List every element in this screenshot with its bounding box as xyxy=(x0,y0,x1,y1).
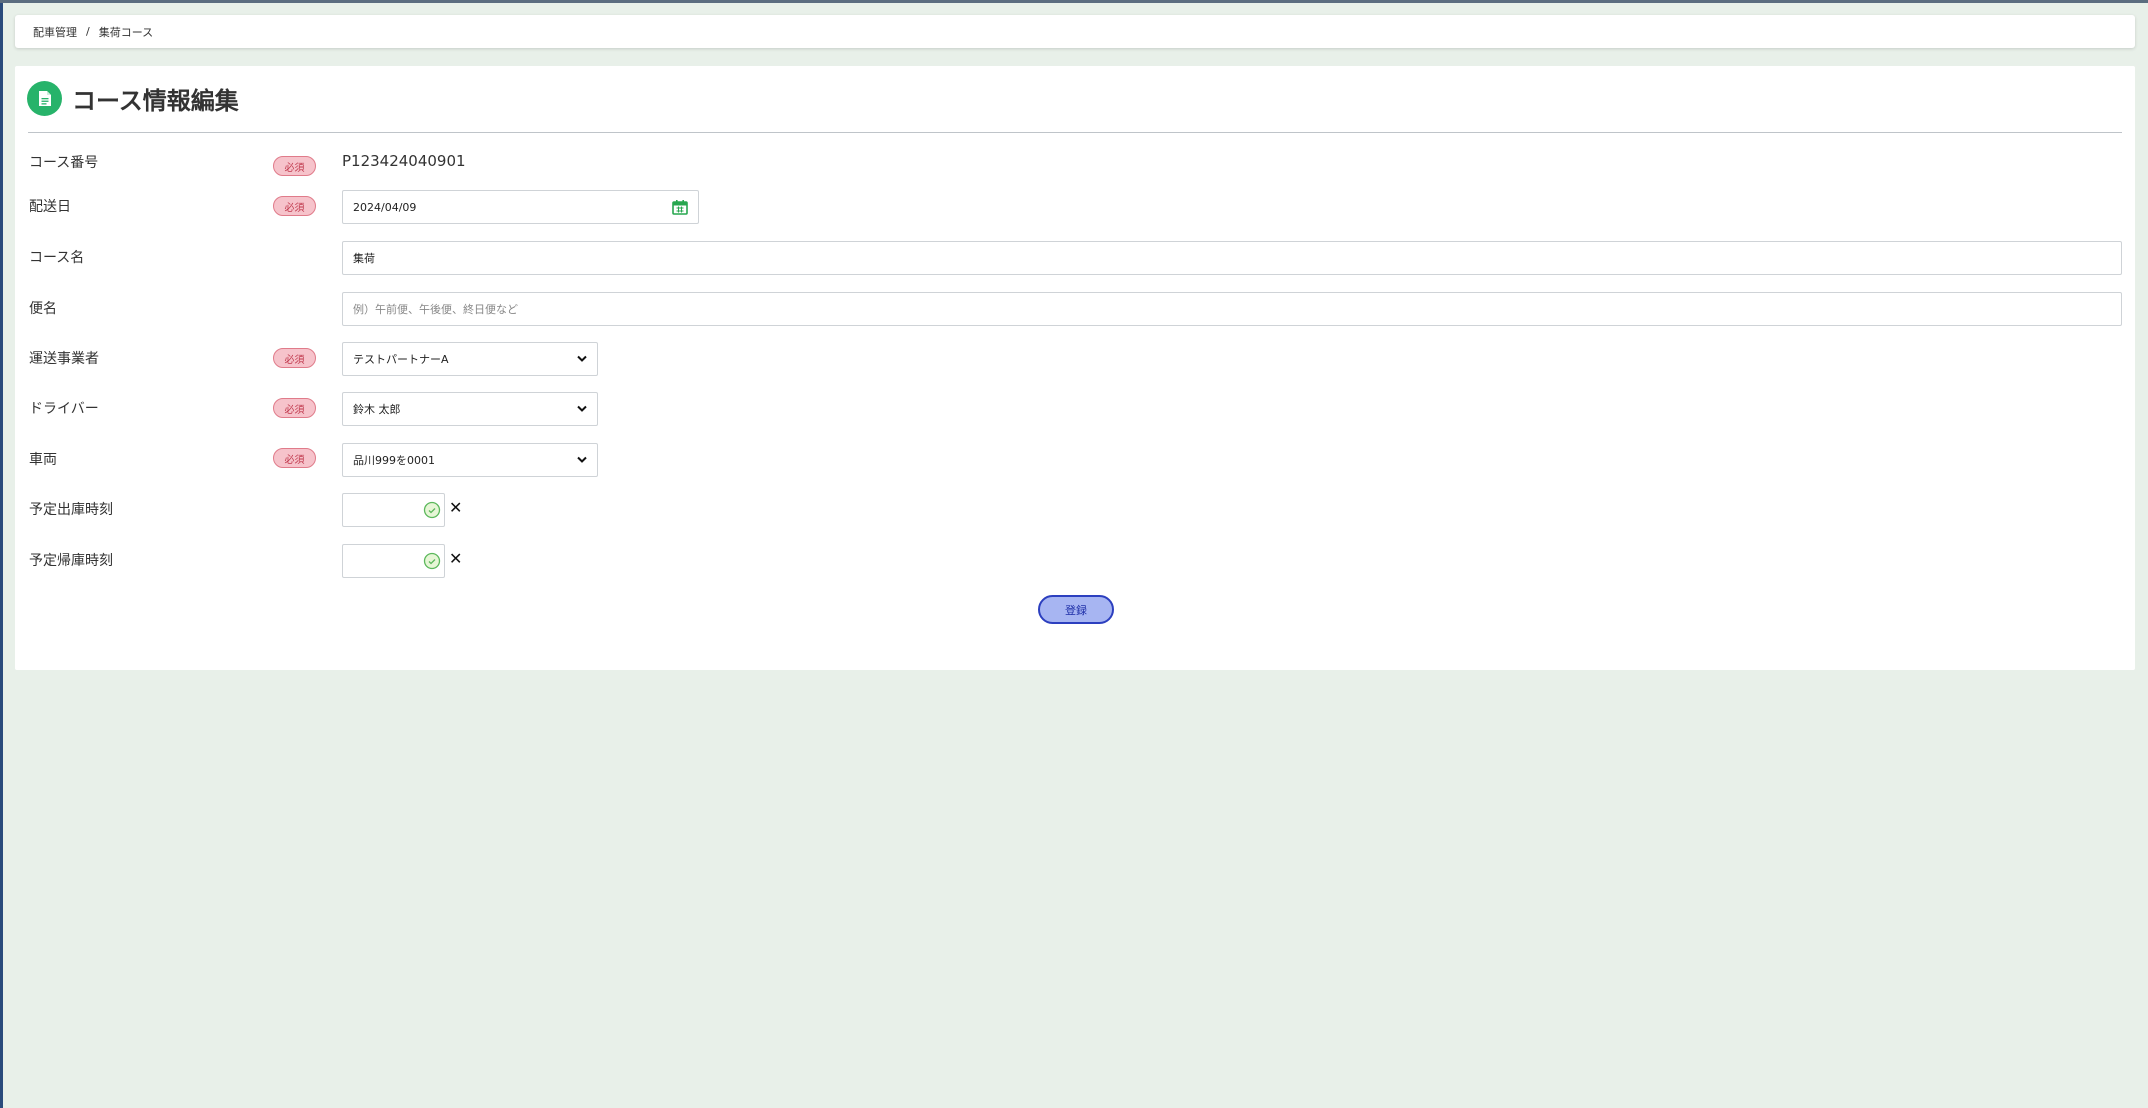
document-icon xyxy=(27,80,62,116)
carrier-label: 運送事業者 xyxy=(29,351,99,367)
departure-time-label: 予定出庫時刻 xyxy=(29,502,113,518)
course-name-value: 集荷 xyxy=(353,252,375,265)
close-icon[interactable]: ✕ xyxy=(449,498,462,517)
close-icon[interactable]: ✕ xyxy=(449,549,462,568)
required-badge: 必須 xyxy=(273,156,316,176)
return-time-input[interactable] xyxy=(342,544,445,578)
breadcrumb: 配車管理 / 集荷コース xyxy=(15,15,2135,48)
service-name-placeholder: 例）午前便、午後便、終日便など xyxy=(353,303,518,316)
panel-header: コース情報編集 xyxy=(27,80,239,116)
departure-time-input[interactable] xyxy=(342,493,445,527)
required-badge: 必須 xyxy=(273,348,316,368)
register-button[interactable]: 登録 xyxy=(1038,595,1114,624)
driver-label: ドライバー xyxy=(29,401,99,417)
required-badge: 必須 xyxy=(273,448,316,468)
calendar-icon[interactable] xyxy=(672,199,688,215)
course-name-input[interactable]: 集荷 xyxy=(342,241,2122,275)
driver-selected-value: 鈴木 太郎 xyxy=(353,403,401,416)
delivery-date-value: 2024/04/09 xyxy=(353,200,417,214)
chevron-down-icon xyxy=(577,456,587,464)
vehicle-select[interactable]: 品川999を0001 xyxy=(342,443,598,477)
window-top-edge xyxy=(0,0,2148,3)
header-divider xyxy=(28,132,2122,133)
page-title: コース情報編集 xyxy=(72,86,239,115)
service-name-label: 便名 xyxy=(29,301,57,317)
clock-icon[interactable] xyxy=(423,501,441,519)
service-name-input[interactable]: 例）午前便、午後便、終日便など xyxy=(342,292,2122,326)
carrier-select[interactable]: テストパートナーA xyxy=(342,342,598,376)
course-number-label: コース番号 xyxy=(29,155,99,171)
required-badge: 必須 xyxy=(273,398,316,418)
breadcrumb-separator: / xyxy=(86,25,90,38)
carrier-selected-value: テストパートナーA xyxy=(353,353,449,366)
delivery-date-label: 配送日 xyxy=(29,199,71,215)
course-edit-panel: コース情報編集 コース番号 必須 P123424040901 配送日 必須 20… xyxy=(15,66,2135,670)
course-number-value: P123424040901 xyxy=(342,152,466,170)
chevron-down-icon xyxy=(577,355,587,363)
breadcrumb-root-link[interactable]: 配車管理 xyxy=(33,24,77,40)
vehicle-label: 車両 xyxy=(29,452,57,468)
delivery-date-field[interactable]: 2024/04/09 xyxy=(342,190,699,224)
window-left-edge xyxy=(0,0,3,1108)
breadcrumb-current: 集荷コース xyxy=(98,25,154,39)
chevron-down-icon xyxy=(577,405,587,413)
clock-icon[interactable] xyxy=(423,552,441,570)
required-badge: 必須 xyxy=(273,196,316,216)
driver-select[interactable]: 鈴木 太郎 xyxy=(342,392,598,426)
course-name-label: コース名 xyxy=(29,250,85,266)
return-time-label: 予定帰庫時刻 xyxy=(29,553,113,569)
vehicle-selected-value: 品川999を0001 xyxy=(353,454,435,467)
